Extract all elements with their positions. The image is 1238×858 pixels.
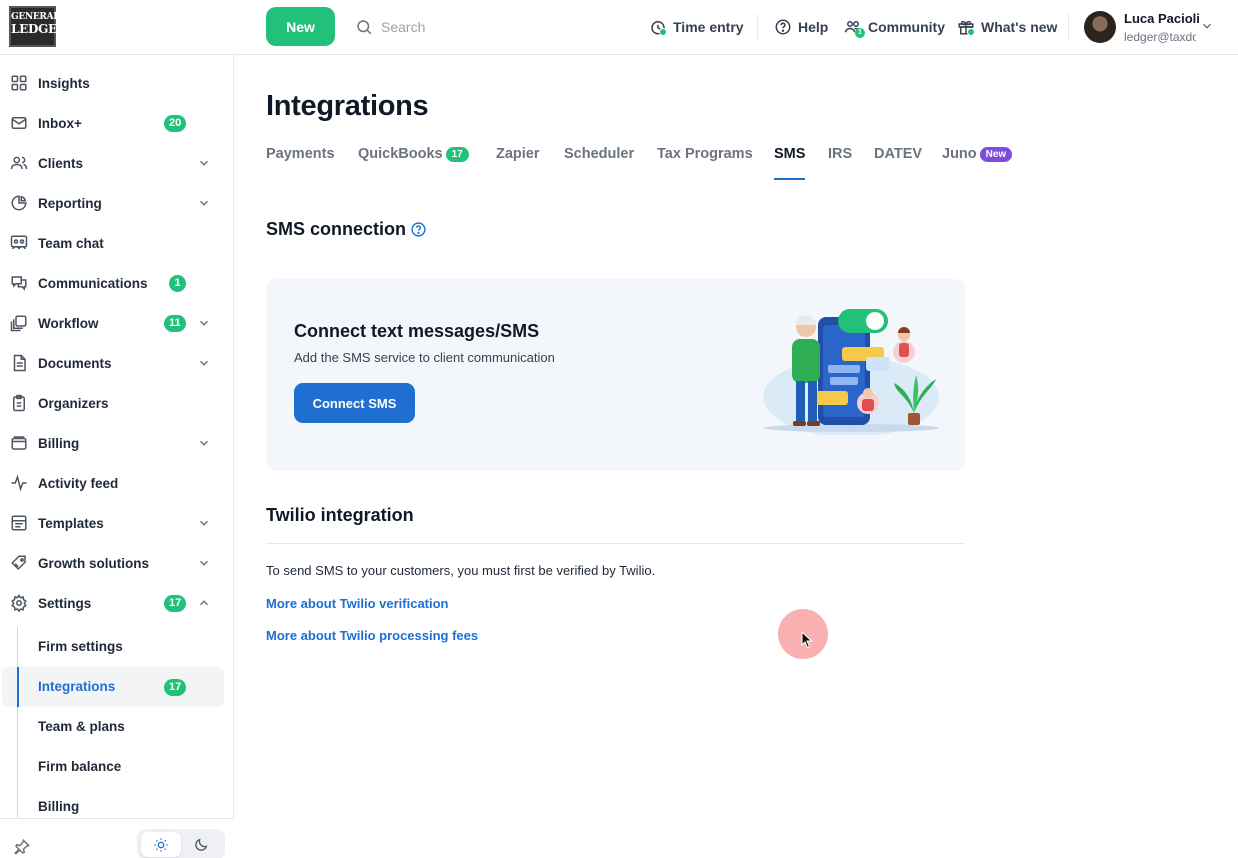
chevron-up-icon[interactable] [197, 596, 211, 610]
team-chat-icon [10, 235, 28, 250]
chevron-down-icon[interactable] [197, 556, 211, 570]
tab-zapier[interactable]: Zapier [496, 146, 540, 180]
sidebar-footer [0, 818, 234, 858]
sidebar-item-workflow[interactable]: Workflow 11 [0, 303, 234, 343]
time-entry-button[interactable]: Time entry [649, 16, 744, 38]
chevron-down-icon[interactable] [197, 316, 211, 330]
whats-new-button[interactable]: What's new [957, 16, 1057, 38]
sun-icon [154, 837, 168, 852]
tab-quickbooks[interactable]: QuickBooks 17 [358, 146, 469, 180]
tab-scheduler[interactable]: Scheduler [564, 146, 634, 180]
community-count-badge: 1 [855, 28, 865, 38]
help-circle-icon[interactable] [410, 221, 427, 238]
tab-payments[interactable]: Payments [266, 146, 335, 180]
sidebar-item-inbox[interactable]: Inbox+ 20 [0, 103, 234, 143]
light-mode-button[interactable] [141, 832, 181, 857]
chevron-down-icon[interactable] [197, 516, 211, 530]
activity-icon [11, 474, 27, 492]
sms-illustration [763, 309, 939, 435]
page-title: Integrations [266, 90, 429, 122]
twilio-fees-link[interactable]: More about Twilio processing fees [266, 628, 478, 643]
clipboard-icon [13, 394, 25, 412]
sidebar-item-insights[interactable]: Insights [0, 63, 234, 103]
count-badge: 11 [164, 315, 186, 332]
gift-icon [957, 18, 975, 36]
top-bar: GENERAL LEDGER New Search Time entry Hel… [0, 0, 1238, 55]
sidebar-item-communications[interactable]: Communications 1 [0, 263, 234, 303]
new-badge: New [979, 147, 1013, 162]
dark-mode-button[interactable] [181, 832, 221, 857]
template-icon [11, 515, 27, 531]
user-name[interactable]: Luca Pacioli [1124, 11, 1200, 26]
chevron-down-icon[interactable] [197, 196, 211, 210]
sidebar-subitem-firm-balance[interactable]: Firm balance [0, 747, 234, 787]
user-email: ledger@taxdome.com [1124, 30, 1196, 44]
chevron-down-icon[interactable] [197, 436, 211, 450]
section-divider [266, 543, 965, 544]
chat-bubbles-icon [11, 276, 27, 291]
sidebar-subitem-firm-settings[interactable]: Firm settings [0, 627, 234, 667]
wallet-icon [11, 436, 27, 450]
tab-sms[interactable]: SMS [774, 146, 806, 180]
count-badge: 17 [445, 147, 469, 162]
mail-icon [11, 117, 27, 129]
tab-juno[interactable]: Juno New [942, 146, 1013, 180]
count-badge: 17 [164, 595, 187, 612]
community-icon: 1 [844, 18, 865, 38]
sidebar-item-activity-feed[interactable]: Activity feed [0, 463, 234, 503]
stopwatch-icon [649, 18, 667, 36]
community-button[interactable]: 1 Community [844, 16, 945, 38]
sidebar-item-team-chat[interactable]: Team chat [0, 223, 234, 263]
sidebar-subitem-integrations[interactable]: Integrations 17 [2, 667, 224, 707]
card-subtitle: Add the SMS service to client communicat… [294, 350, 555, 365]
pie-chart-icon [11, 195, 27, 211]
sidebar-subitem-team-plans[interactable]: Team & plans [0, 707, 234, 747]
twilio-verification-link[interactable]: More about Twilio verification [266, 596, 449, 611]
tab-datev[interactable]: DATEV [874, 146, 922, 180]
firm-logo[interactable]: GENERAL LEDGER [9, 6, 67, 47]
sidebar-item-clients[interactable]: Clients [0, 143, 234, 183]
sidebar-item-organizers[interactable]: Organizers [0, 383, 234, 423]
sidebar-item-reporting[interactable]: Reporting [0, 183, 234, 223]
tab-irs[interactable]: IRS [828, 146, 852, 180]
sms-connection-heading: SMS connection [266, 219, 407, 239]
sidebar-item-settings[interactable]: Settings 17 [0, 583, 234, 623]
sidebar: Insights Inbox+ 20 Clients Reporting Tea… [0, 55, 234, 858]
gear-icon [11, 594, 27, 612]
chevron-down-icon[interactable] [1200, 19, 1214, 33]
help-circle-icon [775, 19, 791, 35]
sidebar-item-documents[interactable]: Documents [0, 343, 234, 383]
twilio-heading: Twilio integration [266, 505, 414, 525]
sms-connect-card: Connect text messages/SMS Add the SMS se… [266, 279, 965, 471]
card-title: Connect text messages/SMS [294, 321, 540, 341]
count-badge: 17 [164, 679, 187, 696]
document-icon [13, 354, 26, 372]
count-badge: 1 [169, 275, 186, 292]
chevron-down-icon[interactable] [197, 156, 211, 170]
help-button[interactable]: Help [774, 16, 828, 38]
moon-icon [195, 838, 208, 851]
sidebar-item-billing[interactable]: Billing [0, 423, 234, 463]
user-avatar[interactable] [1084, 11, 1116, 43]
theme-toggle [137, 829, 225, 858]
grid-icon [11, 75, 27, 91]
search-icon [357, 20, 372, 35]
sidebar-item-templates[interactable]: Templates [0, 503, 234, 543]
search-placeholder: Search [381, 19, 426, 35]
sidebar-item-growth-solutions[interactable]: Growth solutions [0, 543, 234, 583]
twilio-description: To send SMS to your customers, you must … [266, 563, 656, 578]
count-badge: 20 [164, 115, 187, 132]
tab-tax-programs[interactable]: Tax Programs [657, 146, 753, 180]
users-icon [10, 156, 28, 170]
new-button[interactable]: New [266, 7, 335, 46]
layers-icon [10, 315, 27, 332]
search-box[interactable]: Search [355, 14, 425, 40]
pin-icon[interactable] [13, 838, 31, 856]
mouse-cursor-icon [801, 631, 813, 649]
connect-sms-button[interactable]: Connect SMS [294, 383, 415, 423]
rocket-tag-icon [11, 555, 26, 571]
chevron-down-icon[interactable] [197, 356, 211, 370]
